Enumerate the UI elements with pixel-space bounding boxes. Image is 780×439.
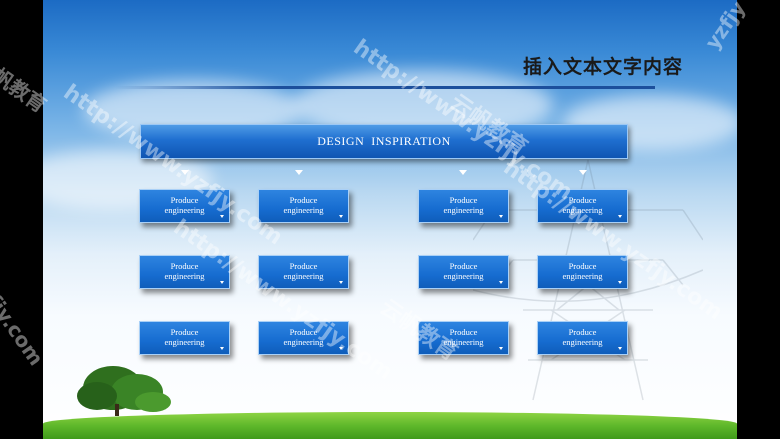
card-line-2: engineering: [562, 271, 603, 281]
header-label: DESIGN INSPIRATION: [317, 134, 451, 148]
chevron-down-icon: [181, 170, 189, 175]
produce-engineering-card[interactable]: Produce engineering: [258, 321, 349, 355]
produce-engineering-card[interactable]: Produce engineering: [258, 255, 349, 289]
card-line-1: Produce: [568, 327, 597, 337]
card-line-1: Produce: [568, 195, 597, 205]
card-line-1: Produce: [170, 195, 199, 205]
card-line-2: engineering: [283, 337, 324, 347]
card-line-1: Produce: [449, 195, 478, 205]
dropdown-arrow-icon: [618, 347, 622, 350]
card-line-2: engineering: [562, 205, 603, 215]
produce-engineering-card[interactable]: Produce engineering: [418, 321, 509, 355]
card-line-2: engineering: [164, 337, 205, 347]
tree-graphic: [77, 366, 171, 416]
left-letterbox: [0, 0, 43, 439]
slide-canvas: 插入文本文字内容 DESIGN INSPIRATION Produce engin…: [43, 0, 737, 439]
produce-engineering-card[interactable]: Produce engineering: [139, 321, 230, 355]
dropdown-arrow-icon: [220, 347, 224, 350]
dropdown-arrow-icon: [499, 215, 503, 218]
card-line-2: engineering: [283, 205, 324, 215]
card-line-1: Produce: [449, 261, 478, 271]
chevron-down-icon: [459, 170, 467, 175]
slide: 插入文本文字内容 DESIGN INSPIRATION Produce engin…: [0, 0, 780, 439]
card-line-1: Produce: [449, 327, 478, 337]
dropdown-arrow-icon: [339, 347, 343, 350]
produce-engineering-card[interactable]: Produce engineering: [139, 189, 230, 223]
watermark-url: http://www.yzfjy.com: [168, 215, 398, 386]
right-letterbox: [737, 0, 780, 439]
card-line-2: engineering: [443, 271, 484, 281]
produce-engineering-card[interactable]: Produce engineering: [537, 255, 628, 289]
dropdown-arrow-icon: [220, 281, 224, 284]
produce-engineering-card[interactable]: Produce engineering: [139, 255, 230, 289]
card-line-2: engineering: [443, 205, 484, 215]
dropdown-arrow-icon: [499, 281, 503, 284]
card-line-2: engineering: [443, 337, 484, 347]
dropdown-arrow-icon: [220, 215, 224, 218]
produce-engineering-card[interactable]: Produce engineering: [418, 189, 509, 223]
produce-engineering-card[interactable]: Produce engineering: [418, 255, 509, 289]
slide-title: 插入文本文字内容: [522, 56, 683, 78]
card-line-1: Produce: [170, 261, 199, 271]
card-line-1: Produce: [289, 195, 318, 205]
card-line-1: Produce: [170, 327, 199, 337]
card-line-2: engineering: [164, 205, 205, 215]
design-inspiration-header: DESIGN INSPIRATION: [140, 124, 628, 159]
card-line-1: Produce: [289, 261, 318, 271]
card-line-2: engineering: [283, 271, 324, 281]
produce-engineering-card[interactable]: Produce engineering: [258, 189, 349, 223]
dropdown-arrow-icon: [618, 281, 622, 284]
card-line-2: engineering: [164, 271, 205, 281]
dropdown-arrow-icon: [339, 281, 343, 284]
card-line-2: engineering: [562, 337, 603, 347]
card-line-1: Produce: [568, 261, 597, 271]
chevron-down-icon: [295, 170, 303, 175]
card-line-1: Produce: [289, 327, 318, 337]
chevron-down-icon: [579, 170, 587, 175]
dropdown-arrow-icon: [339, 215, 343, 218]
title-underline: [115, 86, 655, 89]
dropdown-arrow-icon: [499, 347, 503, 350]
produce-engineering-card[interactable]: Produce engineering: [537, 189, 628, 223]
dropdown-arrow-icon: [618, 215, 622, 218]
produce-engineering-card[interactable]: Produce engineering: [537, 321, 628, 355]
